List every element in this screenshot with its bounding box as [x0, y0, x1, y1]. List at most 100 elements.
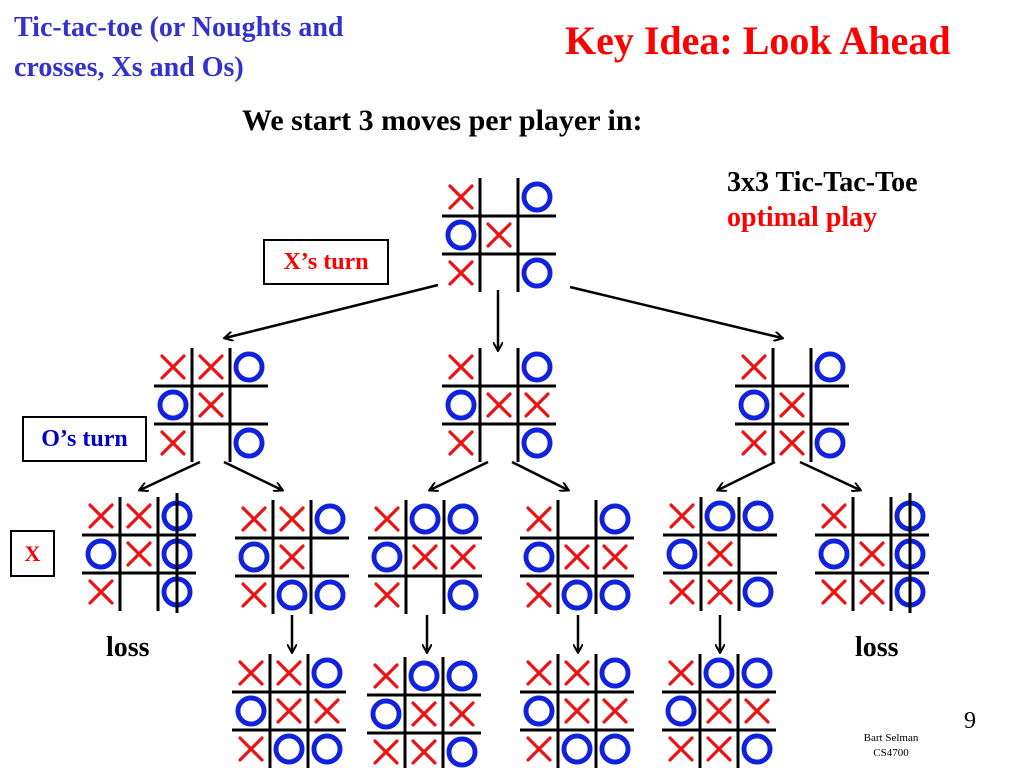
- o-mark-icon: [704, 500, 736, 532]
- x-mark-icon: [707, 579, 733, 605]
- x-turn-label: X’s turn: [263, 239, 389, 285]
- x-mark-icon: [373, 663, 399, 689]
- o-mark-icon: [273, 733, 305, 765]
- x-mark-icon: [564, 698, 590, 724]
- x-mark-icon: [448, 184, 474, 210]
- x-mark-icon: [669, 503, 695, 529]
- slide-subtitle: We start 3 moves per player in:: [242, 104, 643, 137]
- x-mark-icon: [238, 660, 264, 686]
- o-mark-icon: [233, 351, 265, 383]
- arrow-root-left: [225, 283, 439, 338]
- arrow-l1m-b: [511, 460, 568, 490]
- o-mark-icon: [738, 389, 770, 421]
- tree-boards: [82, 178, 929, 768]
- x-mark-icon: [241, 582, 267, 608]
- arrow-l1l-a: [140, 460, 201, 490]
- o-mark-icon: [523, 695, 555, 727]
- o-mark-icon: [447, 579, 479, 611]
- slide-title-key-idea: Key Idea: Look Ahead: [565, 18, 951, 63]
- board-l1-left: [154, 348, 268, 462]
- board-l1-right: [735, 348, 849, 462]
- x-mark-icon: [486, 392, 512, 418]
- x-mark-icon: [669, 579, 695, 605]
- o-mark-icon: [157, 389, 189, 421]
- o-mark-icon: [235, 695, 267, 727]
- o-mark-icon: [408, 660, 440, 692]
- x-mark-icon: [448, 430, 474, 456]
- o-mark-icon: [276, 579, 308, 611]
- x-mark-icon: [668, 736, 694, 762]
- x-mark-icon: [314, 698, 340, 724]
- tree-edges: [140, 283, 860, 652]
- o-mark-icon: [599, 733, 631, 765]
- o-mark-icon: [445, 389, 477, 421]
- o-mark-icon: [665, 695, 697, 727]
- o-mark-icon: [742, 500, 774, 532]
- page-number: 9: [964, 708, 976, 734]
- board-l3-3: [520, 654, 634, 768]
- x-mark-icon: [198, 354, 224, 380]
- board-l2-5: [663, 497, 777, 611]
- arrow-l1r-a: [718, 460, 776, 490]
- board-l2-4: [520, 500, 634, 614]
- x-mark-icon: [373, 739, 399, 765]
- x-mark-icon: [411, 739, 437, 765]
- credit-author: Bart Selman: [863, 732, 919, 744]
- board-l2-2: [235, 500, 349, 614]
- board-l1-mid: [442, 348, 556, 462]
- x-mark-icon: [564, 544, 590, 570]
- board-l2-6: [815, 493, 929, 613]
- x-mark-icon: [486, 222, 512, 248]
- o-mark-icon: [742, 576, 774, 608]
- o-mark-icon: [741, 733, 773, 765]
- o-mark-icon: [446, 660, 478, 692]
- o-mark-icon: [521, 351, 553, 383]
- x-mark-icon: [602, 698, 628, 724]
- x-mark-icon: [524, 392, 550, 418]
- credit: Bart Selman CS4700: [846, 731, 936, 761]
- side-subheading: optimal play: [727, 202, 878, 233]
- x-mark-icon: [126, 541, 152, 567]
- x-mark-icon: [821, 503, 847, 529]
- x-mark-icon: [374, 506, 400, 532]
- o-mark-icon: [561, 733, 593, 765]
- o-mark-icon: [703, 657, 735, 689]
- o-mark-icon: [599, 579, 631, 611]
- o-mark-icon: [814, 351, 846, 383]
- o-mark-icon: [818, 538, 850, 570]
- o-mark-icon: [561, 579, 593, 611]
- x-mark-icon: [526, 582, 552, 608]
- o-mark-icon: [311, 657, 343, 689]
- o-mark-icon: [447, 503, 479, 535]
- x-mark-icon: [88, 503, 114, 529]
- arrow-l1r-b: [799, 460, 860, 490]
- o-mark-icon: [409, 503, 441, 535]
- x-mark-icon: [741, 430, 767, 456]
- x-mark-icon: [564, 660, 590, 686]
- x-mark-icon: [198, 392, 224, 418]
- x-turn-marker: X: [10, 530, 55, 577]
- x-mark-icon: [160, 430, 186, 456]
- x-mark-icon: [241, 506, 267, 532]
- x-mark-icon: [706, 736, 732, 762]
- x-mark-icon: [706, 698, 732, 724]
- o-mark-icon: [523, 541, 555, 573]
- x-mark-icon: [276, 698, 302, 724]
- o-mark-icon: [445, 219, 477, 251]
- x-mark-icon: [859, 541, 885, 567]
- o-mark-icon: [233, 427, 265, 459]
- board-l3-1: [232, 654, 346, 768]
- o-mark-icon: [370, 698, 402, 730]
- x-mark-icon: [88, 579, 114, 605]
- x-mark-icon: [276, 660, 302, 686]
- x-mark-icon: [779, 392, 805, 418]
- credit-course: CS4700: [873, 747, 909, 759]
- o-turn-label: O’s turn: [22, 416, 147, 462]
- x-mark-icon: [779, 430, 805, 456]
- o-mark-icon: [85, 538, 117, 570]
- o-mark-icon: [314, 503, 346, 535]
- x-mark-icon: [279, 544, 305, 570]
- x-mark-icon: [126, 503, 152, 529]
- x-mark-icon: [744, 698, 770, 724]
- x-mark-icon: [859, 579, 885, 605]
